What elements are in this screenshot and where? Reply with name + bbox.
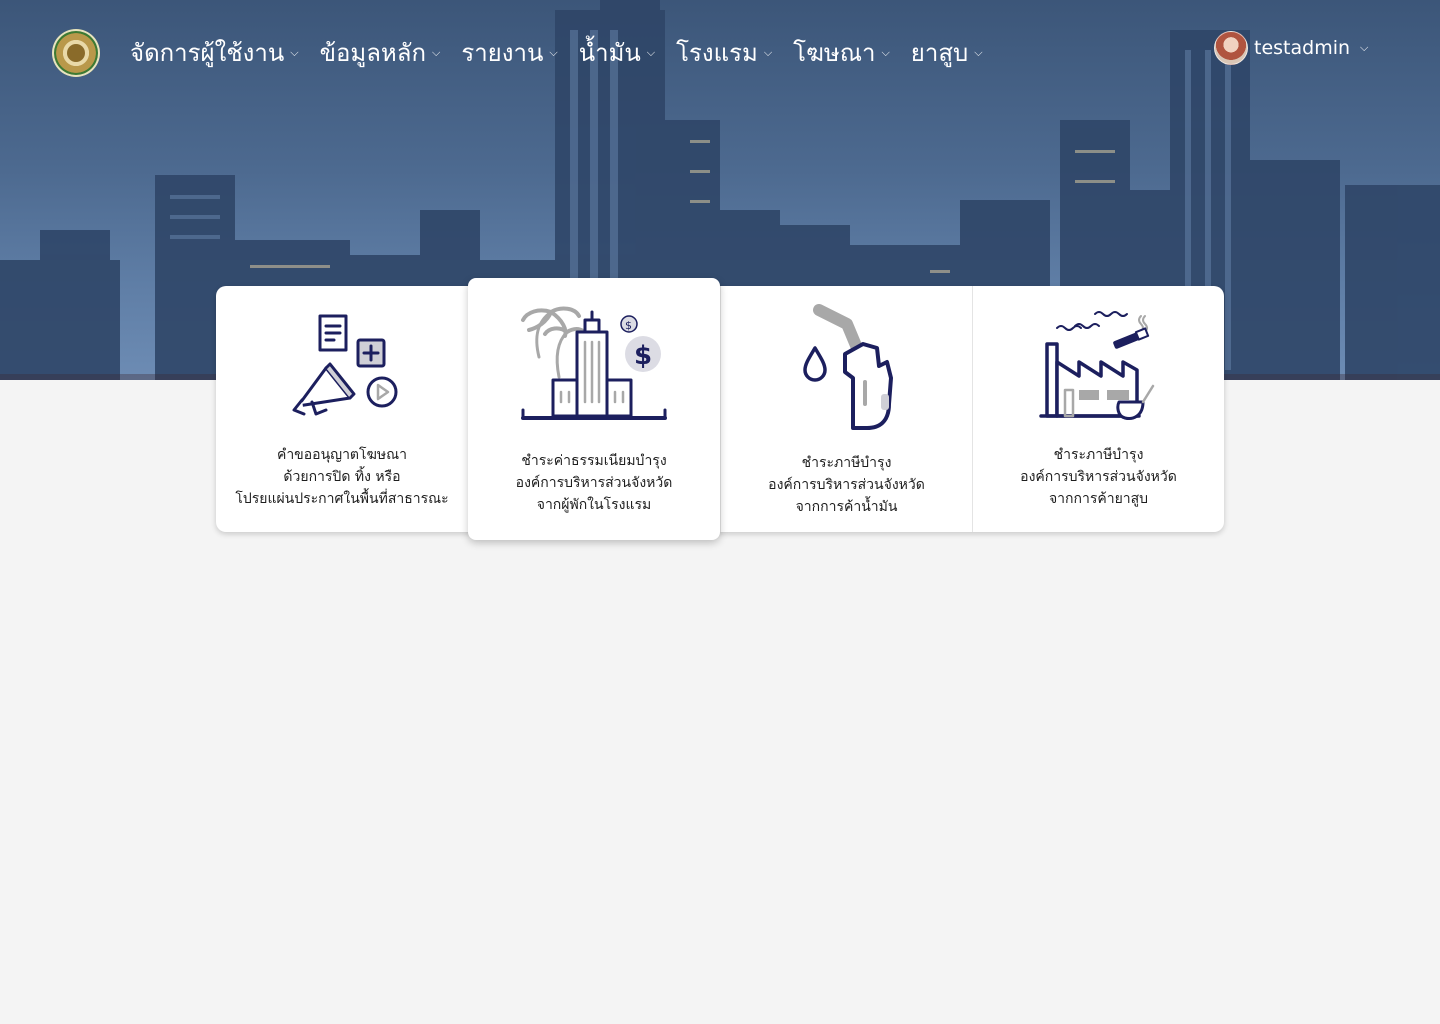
menu-label: ยาสูบ [910, 38, 969, 67]
menu-fuel[interactable]: น้ำมัน ⌵ [579, 33, 655, 72]
card-label-line: ชำระภาษีบำรุง [801, 455, 892, 471]
menu-user-management[interactable]: จัดการผู้ใช้งาน ⌵ [130, 33, 299, 72]
svg-text:$: $ [634, 341, 652, 371]
card-label-line: จากการค้าน้ำมัน [795, 499, 898, 515]
logo-seal [67, 44, 85, 62]
chevron-down-icon: ⌵ [1360, 41, 1369, 54]
chevron-down-icon: ⌵ [974, 46, 983, 59]
chevron-down-icon: ⌵ [549, 46, 558, 59]
chevron-down-icon: ⌵ [881, 46, 890, 59]
card-label: คำขออนุญาตโฆษณา ด้วยการปิด ทิ้ง หรือ โปร… [235, 444, 448, 510]
tobacco-factory-icon [1037, 306, 1161, 426]
menu-label: จัดการผู้ใช้งาน [130, 38, 285, 67]
advertising-icon [282, 310, 402, 424]
card-fuel-tax[interactable]: ชำระภาษีบำรุง องค์การบริหารส่วนจังหวัด จ… [720, 286, 972, 532]
avatar [1214, 31, 1248, 65]
card-label-line: คำขออนุญาตโฆษณา [276, 447, 408, 463]
menu-label: รายงาน [461, 38, 544, 67]
service-cards: คำขออนุญาตโฆษณา ด้วยการปิด ทิ้ง หรือ โปร… [216, 278, 1224, 540]
top-navigation: จัดการผู้ใช้งาน ⌵ ข้อมูลหลัก ⌵ รายงาน ⌵ น้ำ… [0, 0, 1440, 110]
card-label-line: โปรยแผ่นประกาศในพื้นที่สาธารณะ [235, 491, 449, 507]
menu-label: โรงแรม [676, 38, 758, 67]
menu-reports[interactable]: รายงาน ⌵ [461, 33, 557, 72]
chevron-down-icon: ⌵ [431, 46, 441, 59]
svg-text:$: $ [625, 319, 632, 332]
card-label: ชำระภาษีบำรุง องค์การบริหารส่วนจังหวัด จ… [1020, 444, 1177, 510]
chevron-down-icon: ⌵ [646, 46, 656, 59]
card-label-line: จากการค้ายาสูบ [1048, 491, 1149, 507]
card-label-line: จากผู้พักในโรงแรม [536, 497, 652, 513]
card-advertising-permit[interactable]: คำขออนุญาตโฆษณา ด้วยการปิด ทิ้ง หรือ โปร… [216, 286, 468, 532]
username: testadmin [1254, 37, 1351, 59]
card-label-line: ด้วยการปิด ทิ้ง หรือ [283, 469, 401, 485]
chevron-down-icon: ⌵ [290, 46, 299, 59]
card-label-line: องค์การบริหารส่วนจังหวัด [1020, 469, 1177, 485]
card-label: ชำระค่าธรรมเนียมบำรุง องค์การบริหารส่วนจ… [516, 450, 673, 516]
card-hotel-fee[interactable]: $ $ ชำระค่าธรรมเนียมบำรุง องค์การบริหารส… [468, 278, 720, 540]
chevron-down-icon: ⌵ [763, 46, 773, 59]
menu-advertising[interactable]: โฆษณา ⌵ [793, 33, 890, 72]
card-label-line: องค์การบริหารส่วนจังหวัด [515, 475, 673, 491]
user-menu[interactable]: testadmin ⌵ [1214, 31, 1369, 65]
menu-label: น้ำมัน [578, 38, 641, 67]
card-label-line: ชำระภาษีบำรุง [1053, 447, 1144, 463]
menu-tobacco[interactable]: ยาสูบ ⌵ [911, 33, 983, 72]
card-tobacco-tax[interactable]: ชำระภาษีบำรุง องค์การบริหารส่วนจังหวัด จ… [972, 286, 1224, 532]
card-label: ชำระภาษีบำรุง องค์การบริหารส่วนจังหวัด จ… [768, 452, 925, 518]
card-label-line: ชำระค่าธรรมเนียมบำรุง [521, 453, 667, 469]
menu-master-data[interactable]: ข้อมูลหลัก ⌵ [320, 33, 441, 72]
menu-label: ข้อมูลหลัก [319, 38, 426, 67]
hotel-fee-icon: $ $ [519, 302, 669, 426]
menu-label: โฆษณา [793, 38, 876, 67]
organization-logo[interactable] [52, 29, 100, 77]
main-menu: จัดการผู้ใช้งาน ⌵ ข้อมูลหลัก ⌵ รายงาน ⌵ น้ำ… [130, 32, 983, 72]
fuel-nozzle-icon [787, 304, 907, 434]
card-label-line: องค์การบริหารส่วนจังหวัด [768, 477, 925, 493]
menu-hotel[interactable]: โรงแรม ⌵ [676, 33, 772, 72]
